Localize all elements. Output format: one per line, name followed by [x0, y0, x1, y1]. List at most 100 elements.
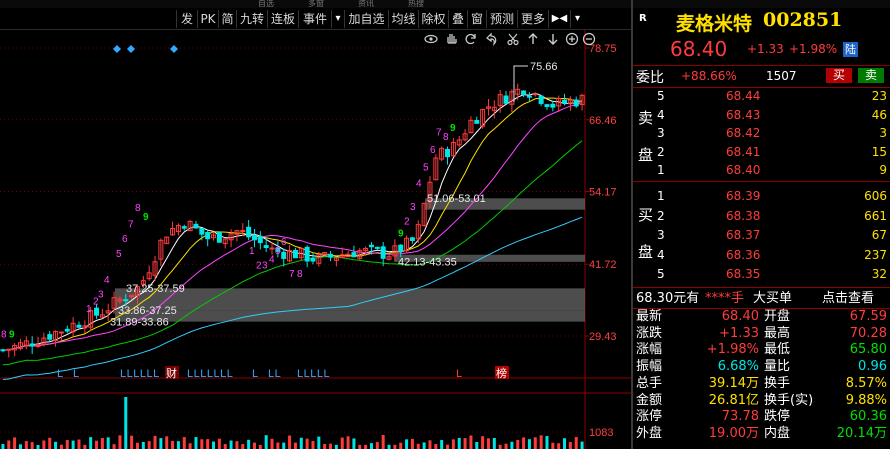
- candle-down: [304, 246, 310, 262]
- toolbar-btn-more[interactable]: 更多: [517, 10, 548, 28]
- order-price: 68.42: [726, 126, 761, 140]
- toolbar-btn-forecast[interactable]: 预测: [486, 10, 517, 28]
- candle-down: [474, 119, 480, 124]
- sell-order-row[interactable]: 5 68.44 23: [633, 88, 890, 105]
- order-level: 3: [657, 228, 665, 242]
- hand-icon[interactable]: [447, 34, 457, 44]
- volume-bar: [176, 441, 180, 449]
- volume-bar: [100, 437, 104, 449]
- toolbar-btn-add-watchlist[interactable]: 加自选: [344, 10, 388, 28]
- volume-bar: [188, 443, 192, 449]
- big-order-price: 68.30元有: [636, 291, 700, 306]
- order-price: 68.44: [726, 89, 761, 103]
- toolbar-btn-shijian[interactable]: 事件: [298, 10, 331, 28]
- sell-order-row[interactable]: 2 68.41 15: [633, 144, 890, 161]
- wei-count: 1507: [766, 69, 797, 83]
- chart-tool-icons: [424, 32, 596, 46]
- volume-bar: [305, 438, 309, 449]
- toolbar-btn-lianban[interactable]: 连板: [267, 10, 298, 28]
- volume-bar: [48, 437, 52, 449]
- candle-down: [409, 237, 415, 241]
- toolbar-btn-exright[interactable]: 除权: [418, 10, 448, 28]
- volume-bar: [451, 439, 455, 449]
- chart-grid: [0, 30, 631, 449]
- order-volume: 237: [864, 247, 887, 262]
- order-level: 2: [657, 208, 665, 223]
- buy-order-row[interactable]: 4 68.36 237: [633, 247, 890, 264]
- toolbar-collapse-icon[interactable]: ▶◀: [548, 10, 570, 28]
- candle-down: [521, 90, 527, 95]
- stat-label: 最高: [764, 325, 791, 341]
- big-order-link[interactable]: 点击查看: [822, 289, 874, 308]
- toolbar-btn-jian[interactable]: 简: [218, 10, 236, 28]
- toolbar-btn-window[interactable]: 窗: [467, 10, 486, 28]
- top-strip-item[interactable]: 多窗: [308, 0, 324, 8]
- toolbar-btn-fa[interactable]: 发: [176, 10, 197, 28]
- signal-diamond: [127, 45, 135, 53]
- sell-order-row[interactable]: 4 68.43 46: [633, 107, 890, 124]
- volume-bar: [194, 437, 198, 449]
- moving-average-lines: [2, 92, 583, 380]
- turn-count-number: 9: [9, 329, 15, 340]
- undo-icon[interactable]: [486, 32, 497, 46]
- volume-bar: [282, 442, 286, 449]
- candle-up: [532, 93, 538, 96]
- sell-order-row[interactable]: 3 68.42 3: [633, 125, 890, 142]
- zoom-in-icon[interactable]: [565, 32, 579, 46]
- top-strip: 自选 多窗 资讯 热搜: [0, 0, 890, 8]
- volume-bar: [492, 437, 496, 449]
- sell-button[interactable]: 卖: [858, 68, 884, 83]
- kline-chart[interactable]: 51.06-53.01 42.13-43.35 37.25-37.59 33.86-3…: [0, 30, 631, 449]
- candle-down: [380, 246, 386, 259]
- candle-down: [181, 226, 187, 229]
- volume-bar: [252, 442, 256, 449]
- volume-bar: [1, 443, 5, 449]
- top-strip-item[interactable]: 热搜: [408, 0, 424, 8]
- stat-value: 73.78: [721, 409, 759, 425]
- toolbar-dropdown-icon[interactable]: ▾: [331, 10, 344, 28]
- volume-bar: [112, 444, 116, 449]
- toolbar-menu-icon[interactable]: ▾: [570, 10, 584, 28]
- volume-bar: [171, 440, 175, 449]
- order-volume: 661: [864, 208, 887, 223]
- event-marker: L: [456, 368, 463, 380]
- price-tick-label: 54.17: [589, 187, 617, 199]
- candle-down: [562, 99, 568, 104]
- toolbar-btn-overlay[interactable]: 叠: [448, 10, 467, 28]
- event-marker: LLLLL: [297, 368, 330, 380]
- event-marker: L: [73, 368, 80, 380]
- volume-bar: [89, 437, 93, 449]
- sell-order-row[interactable]: 1 68.40 9: [633, 162, 890, 179]
- turn-count-number: 8: [297, 269, 303, 280]
- stat-value: 65.80: [849, 342, 887, 358]
- scissors-icon[interactable]: [507, 33, 519, 46]
- stat-value: 8.57%: [845, 375, 887, 391]
- toolbar-btn-pk[interactable]: PK: [197, 10, 218, 28]
- price-tick-label: 29.43: [589, 331, 617, 343]
- buy-order-row[interactable]: 3 68.37 67: [633, 227, 890, 244]
- buy-order-row[interactable]: 5 68.35 32: [633, 266, 890, 283]
- stat-value: 70.28: [849, 325, 887, 341]
- zone-label: 31.89-33.86: [110, 317, 169, 329]
- arrow-down-icon[interactable]: [548, 34, 558, 45]
- volume-bar: [364, 444, 368, 449]
- stat-label: 量比: [764, 359, 791, 375]
- rotate-icon[interactable]: [465, 33, 476, 45]
- toolbar-btn-jiuzhuan[interactable]: 九转: [236, 10, 267, 28]
- buy-order-row[interactable]: 2 68.38 661: [633, 208, 890, 225]
- top-strip-item[interactable]: 资讯: [358, 0, 374, 8]
- toolbar-btn-ma[interactable]: 均线: [388, 10, 418, 28]
- buy-button[interactable]: 买: [826, 68, 852, 83]
- turn-count-number: 5: [423, 162, 429, 173]
- candle-down: [47, 334, 53, 340]
- volume-bar: [288, 435, 292, 449]
- arrow-up-icon[interactable]: [528, 33, 538, 44]
- top-strip-item[interactable]: 自选: [258, 0, 274, 8]
- volume-bar: [422, 442, 426, 449]
- stat-value: 60.36: [849, 409, 887, 425]
- big-order-row[interactable]: 68.30元有 ****手 大买单 点击查看: [633, 289, 890, 308]
- event-marker: 榜: [496, 366, 508, 380]
- eye-icon[interactable]: [424, 34, 438, 44]
- turn-count-number: 5: [116, 249, 122, 260]
- buy-order-row[interactable]: 1 68.39 606: [633, 188, 890, 205]
